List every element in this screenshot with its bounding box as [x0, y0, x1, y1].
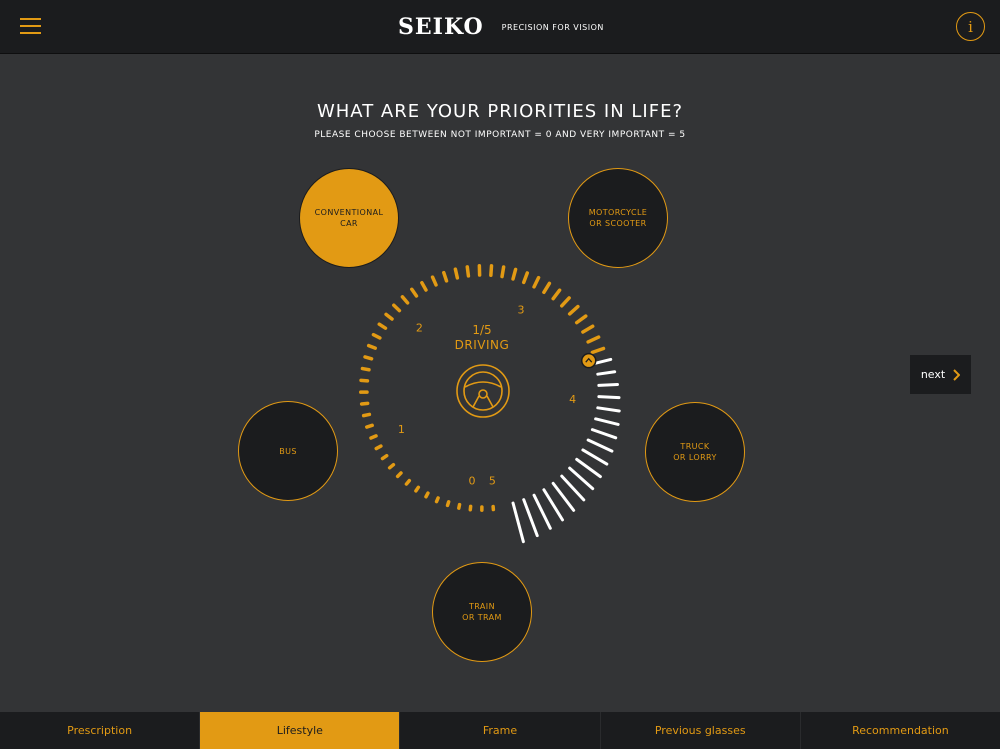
dial-tick [532, 275, 541, 289]
dial-scale-label: 1 [398, 423, 405, 436]
tab-prescription[interactable]: Prescription [0, 712, 199, 749]
dial-tick [590, 346, 606, 355]
dial-tick [594, 417, 620, 426]
dial-tick [374, 444, 383, 451]
dial-tick [586, 335, 601, 344]
rating-dial[interactable]: 0 1 2 3 4 5 1/5 DRIVING [352, 250, 632, 550]
dial-tick [420, 280, 428, 292]
dial-tick [489, 264, 494, 278]
dial-tick [581, 324, 595, 334]
dial-tick [511, 267, 518, 281]
dial-tick [597, 382, 619, 387]
dial-tick [542, 281, 552, 295]
dial-tick [594, 357, 613, 365]
dial-tick [597, 395, 621, 400]
option-label: MOTORCYCLE OR SCOOTER [588, 208, 648, 228]
dial-tick [377, 322, 388, 330]
dial-tick [434, 496, 440, 504]
dial-tick [500, 265, 506, 279]
chevron-right-icon [953, 368, 961, 381]
dial-tick [424, 491, 430, 499]
tab-frame[interactable]: Frame [399, 712, 599, 749]
dial-tick [404, 478, 412, 486]
dial-tick [410, 287, 419, 298]
dial-tick [384, 312, 394, 321]
info-button[interactable]: i [956, 12, 985, 41]
dial-tick [359, 401, 370, 406]
dial-tick [361, 412, 372, 418]
brand-logo: SEIKO [398, 14, 484, 40]
dial-tick [596, 370, 617, 376]
dial-tick [400, 295, 410, 305]
dial-scale-label: 2 [416, 321, 423, 334]
dial-tick [586, 438, 614, 453]
question-subtitle: PLEASE CHOOSE BETWEEN NOT IMPORTANT = 0 … [314, 130, 686, 140]
dial-handle[interactable] [580, 352, 597, 369]
dial-tick [551, 288, 562, 301]
dial-tick [465, 265, 471, 278]
option-label: TRAIN OR TRAM [462, 602, 502, 622]
dial-tick [581, 448, 609, 466]
dial-tick [392, 303, 402, 313]
dial-tick [366, 343, 377, 350]
dial-tick [457, 502, 462, 510]
dial-tick [430, 275, 438, 287]
dial-tick [369, 434, 378, 440]
next-label: next [920, 368, 946, 381]
bottom-nav: Prescription Lifestyle Frame Previous gl… [0, 712, 1000, 749]
option-truck-lorry[interactable]: TRUCK OR LORRY [645, 402, 745, 502]
dial-tick [596, 406, 621, 413]
steering-wheel-icon [456, 364, 510, 418]
dial-tick [445, 500, 451, 508]
tab-recommendation[interactable]: Recommendation [799, 712, 1000, 749]
dial-tick [522, 498, 539, 538]
dial-tick [511, 501, 525, 544]
dial-scale-label: 5 [489, 475, 496, 488]
option-label: BUS [279, 446, 297, 456]
dial-tick [521, 271, 530, 285]
dial-tick [395, 471, 403, 479]
dial-tick [574, 314, 588, 325]
tab-previous-glasses[interactable]: Previous glasses [599, 712, 800, 749]
next-button[interactable]: next [910, 355, 971, 394]
dial-tick [371, 332, 382, 340]
dial-tick [567, 304, 580, 316]
dial-tick [568, 466, 595, 491]
dial-tick [442, 270, 449, 283]
app-header: SEIKO PRECISION FOR VISION i [0, 0, 1000, 54]
dial-tick [590, 428, 618, 440]
dial-scale-label: 3 [518, 303, 525, 316]
dial-tick [560, 296, 571, 308]
dial-step: 1/5 [472, 323, 491, 337]
option-train-tram[interactable]: TRAIN OR TRAM [432, 562, 532, 662]
dial-ticks [359, 264, 621, 544]
dial-label: DRIVING [455, 338, 510, 352]
dial-tick [453, 267, 460, 280]
dial-tick [363, 355, 374, 361]
option-bus[interactable]: BUS [238, 401, 338, 501]
brand: SEIKO PRECISION FOR VISION [398, 14, 604, 40]
option-label: CONVENTIONAL CAR [314, 208, 384, 228]
dial-scale-label: 4 [569, 393, 576, 406]
dial-tick [359, 378, 370, 383]
dial-tick [380, 453, 389, 461]
question-title: WHAT ARE YOUR PRIORITIES IN LIFE? [316, 101, 684, 122]
dial-tick [360, 366, 371, 372]
dial-tick [575, 457, 602, 479]
dial-tick [365, 423, 374, 429]
dial-tick [414, 485, 421, 493]
dial-scale-label: 0 [469, 474, 476, 487]
hamburger-menu-icon[interactable] [20, 18, 41, 34]
dial-tick [532, 493, 552, 530]
tab-lifestyle[interactable]: Lifestyle [199, 712, 400, 749]
brand-tagline: PRECISION FOR VISION [501, 22, 604, 32]
option-label: TRUCK OR LORRY [673, 442, 717, 462]
dial-tick [387, 462, 396, 470]
